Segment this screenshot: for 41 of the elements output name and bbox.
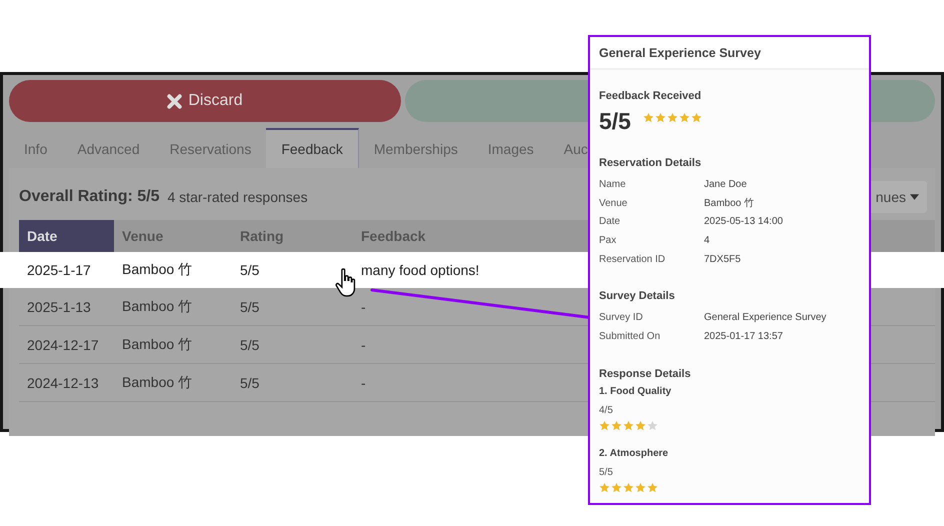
table-cell: Bamboo 竹 (122, 374, 192, 392)
field-label: Name (599, 178, 627, 190)
table-cell: 5/5 (240, 262, 260, 278)
field-value: 4 (704, 234, 710, 246)
field-label: Date (599, 216, 622, 228)
table-cell: Bamboo 竹 (122, 298, 192, 316)
table-cell: Bamboo 竹 (122, 336, 192, 354)
section-heading: Reservation Details (599, 157, 702, 169)
section-heading: Survey Details (599, 290, 676, 302)
question-score: 4/5 (599, 404, 614, 416)
field-value: 2025-01-17 13:57 (704, 330, 783, 342)
field-label: Survey ID (599, 312, 644, 324)
field-value: Jane Doe (704, 178, 747, 190)
score: 5/5 (599, 108, 631, 135)
response-count: 4 star-rated responses (168, 189, 308, 205)
field-value: Bamboo 竹 (704, 197, 754, 210)
section-heading: Feedback Received (599, 90, 702, 102)
field-value: 2025-05-13 14:00 (704, 216, 783, 228)
table-cell: many food options! (361, 262, 480, 278)
table-cell: Bamboo 竹 (122, 261, 192, 279)
question-label: 1. Food Quality (599, 386, 672, 397)
table-cell: 5/5 (240, 298, 260, 314)
section-heading: Response Details (599, 368, 692, 380)
question-label: 2. Atmosphere (599, 448, 670, 459)
table-cell: 2024-12-17 (27, 336, 99, 352)
field-label: Reservation ID (599, 254, 666, 265)
table-cell: 2025-1-17 (27, 262, 91, 278)
field-value: General Experience Survey (704, 312, 826, 324)
table-cell: 2024-12-13 (27, 374, 99, 390)
table-cell: 5/5 (240, 336, 260, 352)
question-score: 5/5 (599, 466, 614, 478)
field-value: 7DX5F5 (704, 254, 741, 265)
table-cell: 5/5 (240, 374, 260, 390)
field-label: Venue (599, 198, 628, 209)
field-label: Submitted On (599, 330, 662, 342)
table-cell: 2025-1-13 (27, 298, 91, 314)
table-cell: - (361, 336, 366, 352)
table-cell: - (361, 374, 366, 390)
table-cell: - (361, 298, 366, 314)
overall-rating: Overall Rating: 5/5 (19, 188, 160, 206)
field-label: Pax (599, 234, 618, 246)
